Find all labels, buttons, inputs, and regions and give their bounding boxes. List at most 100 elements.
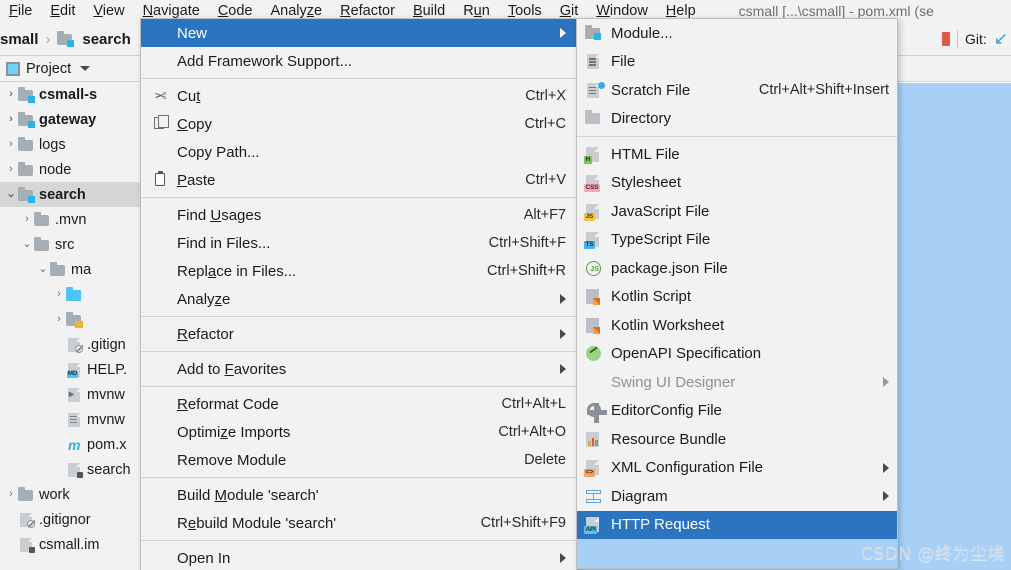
- menu-item-refactor[interactable]: Refactor: [141, 320, 576, 348]
- module-context-menu[interactable]: New Add Framework Support... Cut Ctrl+X Copy…: [140, 18, 577, 570]
- text-file-icon: [66, 412, 83, 428]
- menu-item-analyze[interactable]: Analyze: [141, 285, 576, 313]
- menu-item-paste[interactable]: Paste Ctrl+V: [141, 166, 576, 194]
- tree-expand-arrow[interactable]: ›: [52, 289, 66, 300]
- tree-node[interactable]: csmall.im: [0, 532, 151, 557]
- tree-node[interactable]: › work: [0, 482, 151, 507]
- tree-expand-arrow[interactable]: ⌄: [20, 239, 34, 250]
- new-item-http-request[interactable]: API HTTP Request: [577, 510, 897, 539]
- new-item-html-file[interactable]: H HTML File: [577, 140, 897, 169]
- chevron-down-icon[interactable]: [80, 66, 91, 71]
- module-folder-icon: [18, 86, 35, 103]
- menu-item-open-in[interactable]: Open In: [141, 544, 576, 570]
- new-item-module[interactable]: Module...: [577, 19, 897, 48]
- new-item-typescript-file[interactable]: TS TypeScript File: [577, 226, 897, 255]
- new-submenu[interactable]: Module... File Scratch File Ctrl+Alt+Shift+…: [576, 18, 898, 569]
- tree-expand-arrow[interactable]: ›: [4, 164, 18, 175]
- new-item-partial[interactable]: [577, 539, 897, 568]
- tree-node-label: ma: [71, 261, 92, 278]
- menu-item-shortcut: Ctrl+Shift+F9: [480, 515, 566, 531]
- tree-node[interactable]: m pom.x: [0, 432, 151, 457]
- tree-node[interactable]: › .mvn: [0, 207, 151, 232]
- project-tree[interactable]: › csmall-s › gateway › logs › node ⌄ search › .mvn ⌄…: [0, 82, 151, 557]
- tree-node[interactable]: ▸ mvnw: [0, 382, 151, 407]
- menu-view[interactable]: View: [84, 0, 133, 22]
- watermark-text: CSDN @终为尘埃: [861, 544, 1005, 564]
- gitignore-file-icon: [66, 337, 83, 353]
- menu-item-find-usages[interactable]: Find Usages Alt+F7: [141, 201, 576, 229]
- project-panel-header[interactable]: Project: [0, 56, 151, 82]
- menu-file[interactable]: File: [0, 0, 41, 22]
- menu-item-add-to-favorites[interactable]: Add to Favorites: [141, 355, 576, 383]
- no-icon: [151, 550, 173, 566]
- tree-node-label: csmall-s: [39, 86, 98, 103]
- tree-expand-arrow[interactable]: ⌄: [4, 189, 18, 200]
- tree-node[interactable]: MD HELP.: [0, 357, 151, 382]
- new-item-label: Stylesheet: [611, 174, 682, 192]
- tree-node[interactable]: ⌄ ma: [0, 257, 151, 282]
- new-item-directory[interactable]: Directory: [577, 105, 897, 134]
- tree-expand-arrow[interactable]: ›: [20, 214, 34, 225]
- tree-node[interactable]: › gateway: [0, 107, 151, 132]
- menu-item-reformat-code[interactable]: Reformat Code Ctrl+Alt+L: [141, 390, 576, 418]
- menu-item-copy[interactable]: Copy Ctrl+C: [141, 110, 576, 138]
- new-item-swing-ui-designer[interactable]: Swing UI Designer: [577, 368, 897, 397]
- tree-node[interactable]: › node: [0, 157, 151, 182]
- new-item-xml-configuration-file[interactable]: <> XML Configuration File: [577, 454, 897, 483]
- tree-node[interactable]: ⌄ src: [0, 232, 151, 257]
- tree-node[interactable]: ›: [0, 282, 151, 307]
- tree-node[interactable]: .gitignor: [0, 507, 151, 532]
- new-item-package-json-file[interactable]: JS package.json File: [577, 254, 897, 283]
- breadcrumb-project[interactable]: small: [0, 31, 38, 48]
- new-item-diagram[interactable]: Diagram: [577, 482, 897, 511]
- tree-node[interactable]: ›: [0, 307, 151, 332]
- new-item-openapi-specification[interactable]: OpenAPI Specification: [577, 340, 897, 369]
- tree-node[interactable]: › logs: [0, 132, 151, 157]
- tree-expand-arrow[interactable]: ›: [4, 139, 18, 150]
- breadcrumb[interactable]: small › search: [0, 22, 131, 56]
- new-item-label: Swing UI Designer: [611, 373, 736, 391]
- menu-item-find-in-files[interactable]: Find in Files... Ctrl+Shift+F: [141, 229, 576, 257]
- tree-node[interactable]: mvnw: [0, 407, 151, 432]
- tree-expand-arrow[interactable]: ›: [4, 89, 18, 100]
- tree-expand-arrow[interactable]: ⌄: [36, 264, 50, 275]
- menu-edit[interactable]: Edit: [41, 0, 84, 22]
- menu-item-remove-module[interactable]: Remove Module Delete: [141, 446, 576, 474]
- tree-expand-arrow[interactable]: ›: [4, 114, 18, 125]
- tree-node-label: gateway: [39, 111, 97, 128]
- git-update-icon[interactable]: ↙: [994, 30, 1008, 47]
- tree-expand-arrow[interactable]: ›: [4, 489, 18, 500]
- menu-item-shortcut: Ctrl+C: [524, 116, 567, 132]
- tree-node[interactable]: .gitign: [0, 332, 151, 357]
- tree-expand-arrow[interactable]: ›: [52, 314, 66, 325]
- new-item-file[interactable]: File: [577, 48, 897, 77]
- menu-item-copy-path[interactable]: Copy Path...: [141, 138, 576, 166]
- menu-item-replace-in-files[interactable]: Replace in Files... Ctrl+Shift+R: [141, 257, 576, 285]
- menu-item-cut[interactable]: Cut Ctrl+X: [141, 82, 576, 110]
- tree-node[interactable]: › csmall-s: [0, 82, 151, 107]
- http-request-icon: API: [583, 516, 607, 535]
- no-icon: [151, 291, 173, 307]
- no-icon: [151, 53, 173, 69]
- menu-item-optimize-imports[interactable]: Optimize Imports Ctrl+Alt+O: [141, 418, 576, 446]
- module-folder-icon: [18, 111, 35, 128]
- menu-item-rebuild-module-search[interactable]: Rebuild Module 'search' Ctrl+Shift+F9: [141, 509, 576, 537]
- menu-item-label: Analyze: [177, 290, 231, 308]
- new-item-label: HTTP Request: [611, 516, 710, 534]
- new-item-scratch-file[interactable]: Scratch File Ctrl+Alt+Shift+Insert: [577, 76, 897, 105]
- new-item-resource-bundle[interactable]: Resource Bundle: [577, 425, 897, 454]
- menu-item-build-module-search[interactable]: Build Module 'search': [141, 481, 576, 509]
- breadcrumb-module[interactable]: search: [82, 31, 130, 48]
- new-item-stylesheet[interactable]: CSS Stylesheet: [577, 169, 897, 198]
- new-item-label: XML Configuration File: [611, 459, 764, 477]
- new-item-javascript-file[interactable]: JS JavaScript File: [577, 197, 897, 226]
- copy-icon: [151, 115, 173, 132]
- new-item-kotlin-worksheet[interactable]: Kotlin Worksheet: [577, 311, 897, 340]
- tree-node[interactable]: ⌄ search: [0, 182, 151, 207]
- tree-node[interactable]: search: [0, 457, 151, 482]
- menu-item-add-framework-support[interactable]: Add Framework Support...: [141, 47, 576, 75]
- new-item-kotlin-script[interactable]: Kotlin Script: [577, 283, 897, 312]
- new-item-editorconfig-file[interactable]: EditorConfig File: [577, 397, 897, 426]
- menu-item-new[interactable]: New: [141, 19, 576, 47]
- no-icon: [151, 263, 173, 279]
